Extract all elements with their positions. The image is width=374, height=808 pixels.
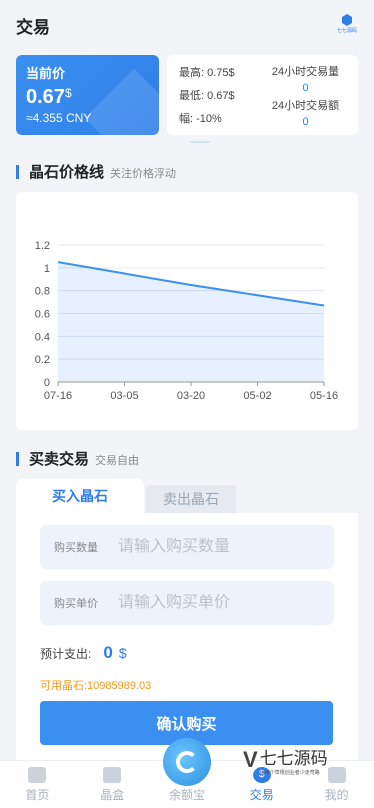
low-price: 最低: 0.67$ — [179, 89, 235, 102]
x-tick-label: 05-02 — [243, 390, 271, 402]
tabbar-label: 晶盒 — [100, 787, 125, 802]
high-price: 最高: 0.75$ — [179, 67, 235, 80]
current-price-card: 当前价 0.67$ ≈4.355 CNY — [16, 55, 159, 135]
y-tick-label: 0.8 — [35, 286, 50, 298]
volume-label: 24小时交易量 — [271, 65, 340, 78]
app-header: 交易 七七源码 — [0, 0, 374, 50]
watermark: V 七七源码 让每个草根创业者少走弯路 — [243, 745, 353, 776]
y-tick-label: 1.2 — [35, 240, 50, 252]
chart-section-title: 晶石价格线 — [29, 164, 105, 181]
logo-label: 七七源码 — [336, 28, 357, 34]
y-tick-label: 1 — [44, 263, 50, 275]
watermark-title: 七七源码 — [259, 749, 328, 769]
trade-section-header: 买卖交易 交易自由 — [0, 448, 374, 469]
price-chart-svg: 1.2 1 0.8 0.6 0.4 0.2 007-16 03-05 03-20 05-02 05-… — [35, 240, 338, 402]
y-tick-label: 0.6 — [35, 309, 50, 321]
volume-value: 0 — [302, 81, 309, 94]
price-summary: 当前价 0.67$ ≈4.355 CNY 最高: 0.75$ 最低: 0.67$… — [0, 55, 374, 135]
y-tick-label: 0.4 — [35, 331, 50, 343]
price-change: 幅: -10% — [179, 112, 222, 125]
tabbar-item-home[interactable]: 首页 — [0, 761, 75, 808]
unit-price-field: 购买单价 — [40, 581, 334, 625]
y-tick-label: 0 — [44, 377, 50, 389]
hexagon-logo-icon: 七七源码 — [336, 14, 358, 36]
expense-label: 预计支出: — [40, 646, 92, 661]
trade-panel: 买入晶石 卖出晶石 购买数量 购买单价 预计支出: 0 $ 可用晶石:10985… — [16, 479, 358, 779]
x-tick-label: 03-20 — [177, 390, 205, 402]
expense-unit: $ — [118, 645, 127, 661]
estimated-expense: 预计支出: 0 $ — [40, 643, 334, 663]
tabbar-label: 首页 — [25, 787, 50, 802]
chart-section-header: 晶石价格线 关注价格浮动 — [0, 161, 374, 182]
x-tick-label: 05-16 — [310, 390, 338, 402]
home-icon — [28, 766, 47, 783]
available-balance: 可用晶石:10985989.03 — [40, 680, 152, 692]
floating-app-logo[interactable] — [163, 738, 211, 786]
tab-buy[interactable]: 买入晶石 — [16, 479, 144, 513]
tabbar-item-box[interactable]: 晶盒 — [75, 761, 150, 808]
price-chart: 1.2 1 0.8 0.6 0.4 0.2 0 07-16 03-05 03-20 05-02 05-… — [16, 192, 358, 430]
x-tick-label: 07-16 — [44, 390, 72, 402]
quantity-label: 购买数量 — [54, 542, 98, 554]
unit-price-label: 购买单价 — [54, 598, 98, 610]
expense-value: 0 — [103, 643, 113, 662]
box-icon — [103, 766, 122, 783]
y-tick-label: 0.2 — [35, 354, 50, 366]
chart-section-subtitle: 关注价格浮动 — [110, 168, 177, 180]
trade-section-title: 买卖交易 — [29, 451, 90, 468]
watermark-mark: V — [243, 747, 258, 772]
unit-price-input[interactable] — [118, 594, 288, 612]
quantity-field: 购买数量 — [40, 525, 334, 569]
tabbar-label: 余额宝 — [168, 787, 205, 802]
series-area — [58, 262, 324, 382]
x-tick-label: 03-05 — [110, 390, 138, 402]
tab-sell[interactable]: 卖出晶石 — [146, 485, 236, 513]
turnover-label: 24小时交易额 — [271, 99, 340, 112]
market-stats-card: 最高: 0.75$ 最低: 0.67$ 幅: -10% 24小时交易量 0 24… — [167, 55, 358, 135]
turnover-value: 0 — [302, 115, 309, 128]
trade-section-subtitle: 交易自由 — [95, 455, 140, 467]
page-title: 交易 — [16, 17, 50, 37]
tabbar-label: 我的 — [324, 787, 349, 802]
watermark-tagline: 让每个草根创业者少走弯路 — [259, 770, 320, 776]
swipe-indicator — [190, 141, 210, 143]
quantity-input[interactable] — [118, 538, 288, 556]
tabbar-label: 交易 — [249, 787, 274, 802]
trade-tabs: 买入晶石 卖出晶石 — [16, 479, 358, 513]
